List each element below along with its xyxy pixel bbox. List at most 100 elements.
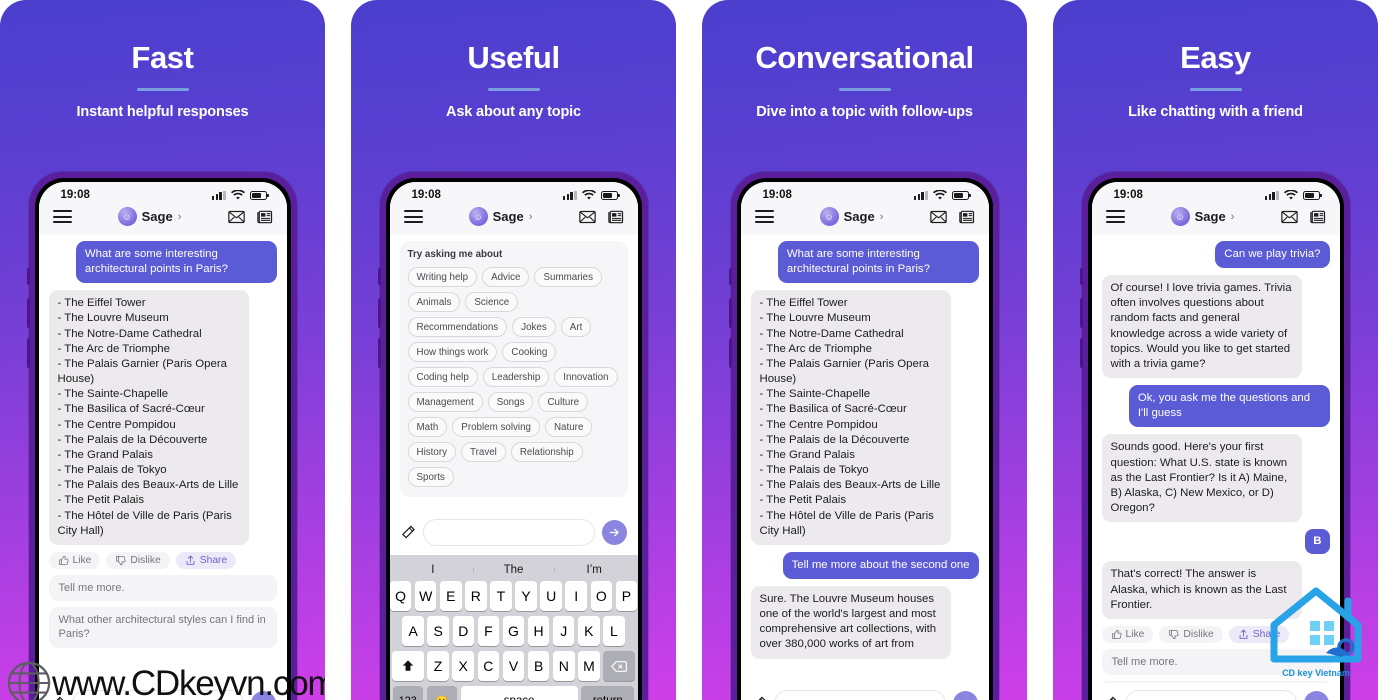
bot-selector[interactable]: ☺ Sage › (774, 207, 930, 226)
prompt-chip[interactable]: History (407, 442, 456, 462)
key[interactable]: F (477, 616, 500, 646)
prediction-item[interactable]: I (393, 564, 474, 576)
prediction-item[interactable]: I’m (553, 564, 635, 576)
key[interactable]: G (502, 616, 525, 646)
key[interactable]: U (540, 581, 562, 611)
phone-volume-up-button[interactable] (26, 298, 30, 328)
suggestion-chip[interactable]: What other architectural styles can I fi… (48, 607, 277, 648)
key[interactable]: I (565, 581, 587, 611)
key[interactable]: Y (515, 581, 537, 611)
prompt-chip[interactable]: Advice (482, 267, 530, 287)
dislike-button[interactable]: Dislike (106, 551, 170, 569)
key[interactable]: X (452, 651, 474, 681)
envelope-icon[interactable] (1280, 210, 1298, 224)
suggestion-chip[interactable]: Tell me more. (48, 574, 277, 602)
prompt-chip[interactable]: Nature (544, 417, 593, 437)
send-button[interactable] (1303, 691, 1329, 700)
space-key[interactable]: space (460, 686, 578, 700)
phone-mute-button[interactable] (26, 268, 30, 285)
prediction-item[interactable]: The (473, 564, 554, 576)
key[interactable]: H (527, 616, 550, 646)
key[interactable]: B (527, 651, 550, 681)
backspace-icon[interactable] (603, 651, 635, 681)
phone-volume-up-button[interactable] (728, 298, 732, 328)
message-input[interactable] (422, 519, 595, 546)
prompt-chip[interactable]: Science (465, 292, 519, 312)
key[interactable]: P (615, 581, 638, 611)
like-button[interactable]: Like (48, 551, 101, 569)
menu-icon[interactable] (52, 210, 72, 223)
phone-volume-down-button[interactable] (26, 338, 30, 368)
magic-wand-icon[interactable] (752, 696, 767, 700)
phone-mute-button[interactable] (728, 268, 732, 285)
key[interactable]: T (490, 581, 512, 611)
chat-thread[interactable]: Try asking me about Writing help Advice … (389, 235, 638, 512)
key[interactable]: Z (427, 651, 449, 681)
suggestion-chip[interactable] (1101, 681, 1330, 683)
like-button[interactable]: Like (1101, 625, 1154, 643)
menu-icon[interactable] (403, 210, 423, 223)
menu-icon[interactable] (754, 210, 774, 223)
envelope-icon[interactable] (929, 210, 947, 224)
prompt-chip[interactable]: Leadership (482, 367, 550, 387)
key[interactable]: L (603, 616, 625, 646)
phone-volume-up-button[interactable] (1079, 298, 1083, 328)
key[interactable]: V (502, 651, 525, 681)
key[interactable]: R (465, 581, 487, 611)
prompt-chip[interactable]: Summaries (534, 267, 603, 287)
dislike-button[interactable]: Dislike (1159, 625, 1223, 643)
phone-volume-down-button[interactable] (377, 338, 381, 368)
magic-wand-icon[interactable] (1103, 696, 1118, 700)
message-input[interactable] (1124, 690, 1297, 700)
prompt-chip[interactable]: Coding help (407, 367, 478, 387)
key[interactable]: E (440, 581, 462, 611)
prompt-chip[interactable]: Animals (407, 292, 461, 312)
phone-mute-button[interactable] (377, 268, 381, 285)
prompt-chip[interactable]: Culture (538, 392, 589, 412)
news-icon[interactable] (256, 210, 273, 224)
prompt-chip[interactable]: Recommendations (407, 317, 508, 337)
message-input[interactable] (773, 690, 946, 700)
prompt-chip[interactable]: Relationship (510, 442, 583, 462)
envelope-icon[interactable] (227, 210, 245, 224)
news-icon[interactable] (958, 210, 975, 224)
prompt-chip[interactable]: Art (560, 317, 592, 337)
prompt-chip[interactable]: How things work (407, 342, 498, 362)
bot-selector[interactable]: ☺ Sage › (423, 207, 579, 226)
prompt-chip[interactable]: Writing help (407, 267, 478, 287)
key[interactable]: A (402, 616, 424, 646)
key[interactable]: C (477, 651, 500, 681)
numeric-key[interactable]: 123 (392, 686, 423, 700)
emoji-icon[interactable]: 😀 (426, 686, 458, 700)
key[interactable]: S (427, 616, 449, 646)
key[interactable]: N (553, 651, 575, 681)
menu-icon[interactable] (1105, 210, 1125, 223)
onscreen-keyboard[interactable]: I The I’m Q W E R T Y U I O P A S D F G … (389, 555, 638, 700)
key[interactable]: Q (389, 581, 412, 611)
prompt-chip[interactable]: Songs (487, 392, 534, 412)
chat-thread[interactable]: What are some interesting architectural … (740, 235, 989, 683)
key[interactable]: O (590, 581, 613, 611)
prompt-chip[interactable]: Management (407, 392, 483, 412)
key[interactable]: J (552, 616, 575, 646)
bot-selector[interactable]: ☺ Sage › (1125, 207, 1281, 226)
share-button[interactable]: Share (175, 551, 237, 569)
prompt-chip[interactable]: Problem solving (452, 417, 540, 437)
key[interactable]: D (452, 616, 475, 646)
prompt-chip[interactable]: Sports (407, 467, 454, 487)
return-key[interactable]: return (581, 686, 635, 700)
bot-selector[interactable]: ☺ Sage › (72, 207, 228, 226)
prompt-chip[interactable]: Innovation (554, 367, 618, 387)
chat-thread[interactable]: What are some interesting architectural … (38, 235, 287, 683)
prompt-chip[interactable]: Cooking (502, 342, 557, 362)
news-icon[interactable] (607, 210, 624, 224)
key[interactable]: K (578, 616, 600, 646)
phone-volume-up-button[interactable] (377, 298, 381, 328)
send-button[interactable] (952, 691, 978, 700)
shift-icon[interactable] (392, 651, 424, 681)
phone-volume-down-button[interactable] (1079, 338, 1083, 368)
phone-mute-button[interactable] (1079, 268, 1083, 285)
phone-volume-down-button[interactable] (728, 338, 732, 368)
prompt-chip[interactable]: Travel (460, 442, 506, 462)
news-icon[interactable] (1309, 210, 1326, 224)
